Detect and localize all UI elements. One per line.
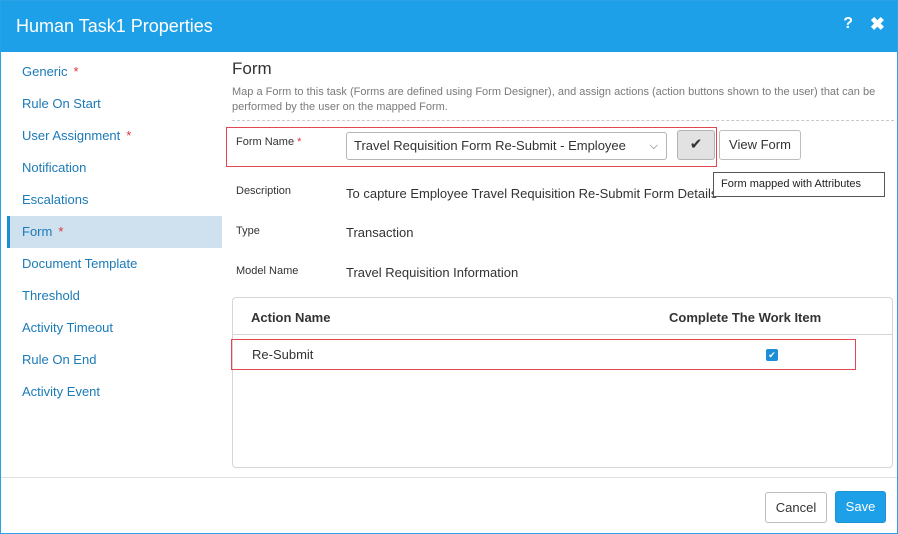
type-label: Type [236, 225, 260, 237]
sidebar-item-label: Activity Timeout [22, 320, 114, 335]
cancel-button[interactable]: Cancel [765, 492, 827, 523]
sidebar-item-rule-on-end[interactable]: Rule On End [7, 344, 222, 376]
sidebar-item-label: Document Template [22, 256, 138, 271]
dialog-titlebar: Human Task1 Properties ? ✖ [1, 1, 897, 52]
help-icon[interactable]: ? [843, 15, 853, 33]
form-section: Form Map a Form to this task (Forms are … [226, 59, 894, 280]
save-button[interactable]: Save [835, 491, 886, 523]
sidebar-item-label: Escalations [22, 192, 89, 207]
view-form-button[interactable]: View Form [719, 130, 801, 160]
sidebar-item-notification[interactable]: Notification [7, 152, 222, 184]
sidebar-item-label: Threshold [22, 288, 80, 303]
column-header-action-name: Action Name [251, 310, 331, 325]
form-name-select[interactable]: Travel Requisition Form Re-Submit - Empl… [346, 132, 667, 160]
sidebar-item-rule-on-start[interactable]: Rule On Start [7, 88, 222, 120]
properties-dialog: Human Task1 Properties ? ✖ Generic * Rule… [0, 0, 898, 534]
sidebar-item-label: Rule On Start [22, 96, 101, 111]
sidebar-item-label: Rule On End [22, 352, 97, 367]
dialog-footer [1, 477, 897, 478]
form-name-label: Form Name * [236, 136, 302, 148]
sidebar-item-activity-timeout[interactable]: Activity Timeout [7, 312, 222, 344]
sidebar-item-generic[interactable]: Generic * [7, 56, 222, 88]
required-marker: * [126, 128, 132, 143]
sidebar-item-label: Activity Event [22, 384, 101, 399]
close-icon[interactable]: ✖ [870, 14, 885, 35]
divider [232, 120, 894, 121]
section-title: Form [232, 59, 272, 78]
required-marker: * [58, 224, 64, 239]
sidebar-item-label: Notification [22, 160, 87, 175]
sidebar-item-label: User Assignment [22, 128, 121, 143]
form-name-selected-value: Travel Requisition Form Re-Submit - Empl… [354, 138, 626, 153]
sidebar-item-form[interactable]: Form * [7, 216, 222, 248]
description-label: Description [236, 185, 292, 197]
sidebar-item-user-assignment[interactable]: User Assignment * [7, 120, 222, 152]
table-header: Action Name Complete The Work Item [233, 298, 892, 335]
action-name-cell: Re-Submit [252, 347, 314, 362]
actions-table: Action Name Complete The Work Item Re-Su… [231, 297, 893, 468]
table-row [231, 339, 856, 370]
column-header-complete-work-item: Complete The Work Item [669, 310, 822, 325]
sidebar-item-escalations[interactable]: Escalations [7, 184, 222, 216]
confirm-form-button[interactable]: ✔ [677, 130, 715, 160]
model-name-value: Travel Requisition Information [346, 265, 519, 280]
tooltip: Form mapped with Attributes [713, 172, 885, 197]
model-name-label: Model Name [236, 265, 299, 277]
dialog-title: Human Task1 Properties [16, 16, 213, 36]
sidebar-item-document-template[interactable]: Document Template [7, 248, 222, 280]
complete-work-item-checkbox[interactable]: ✔ [766, 349, 778, 361]
chevron-down-icon: ⌵ [649, 140, 658, 152]
sidebar-item-activity-event[interactable]: Activity Event [7, 376, 222, 408]
sidebar-item-label: Form [22, 224, 53, 239]
required-marker: * [73, 64, 79, 79]
description-value: To capture Employee Travel Requisition R… [346, 186, 718, 201]
type-value: Transaction [346, 225, 414, 240]
sidebar: Generic * Rule On Start User Assignment * … [7, 56, 222, 408]
sidebar-item-threshold[interactable]: Threshold [7, 280, 222, 312]
check-icon: ✔ [768, 350, 776, 360]
section-description: Map a Form to this task (Forms are defin… [232, 86, 876, 113]
sidebar-item-label: Generic [22, 64, 68, 79]
